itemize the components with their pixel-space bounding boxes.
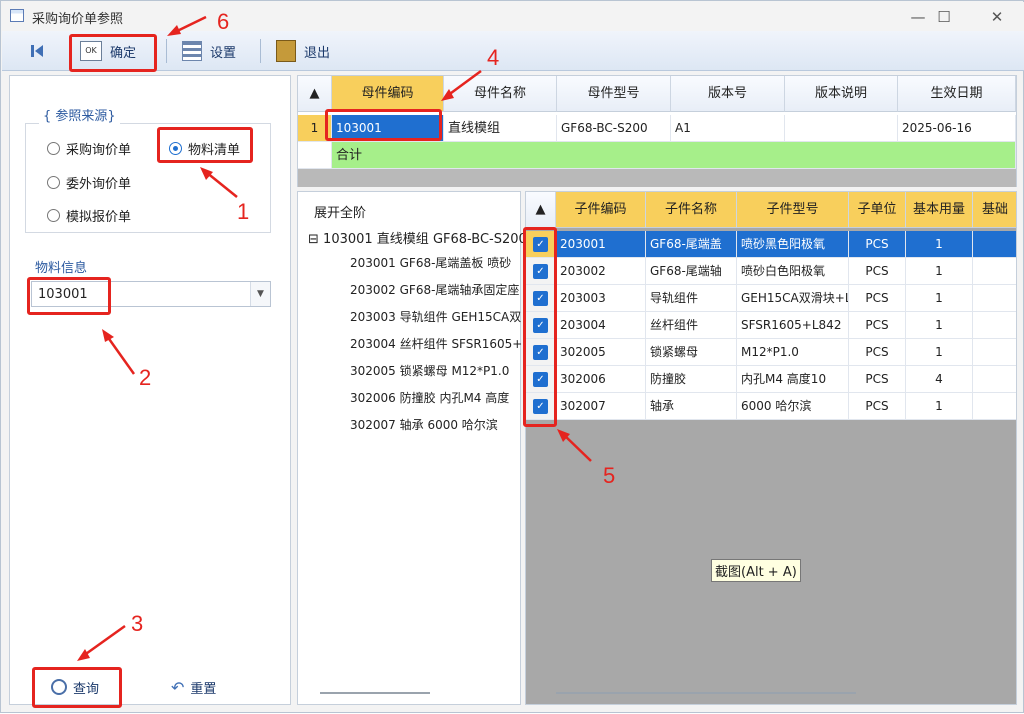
annotation-number-5: 5 (603, 463, 616, 488)
annotation-arrows (77, 15, 592, 661)
annotation-number-1: 1 (237, 199, 250, 224)
annotation-number-6: 6 (217, 9, 230, 34)
annotation-number-2: 2 (139, 365, 152, 390)
dialog-window: 采购询价单参照 — ☐ ✕ OK 确定 设置 退出 { 参照来源} 采购询价单 … (0, 0, 1024, 713)
annotation-number-4: 4 (487, 45, 500, 70)
annotation-number-3: 3 (131, 611, 144, 636)
